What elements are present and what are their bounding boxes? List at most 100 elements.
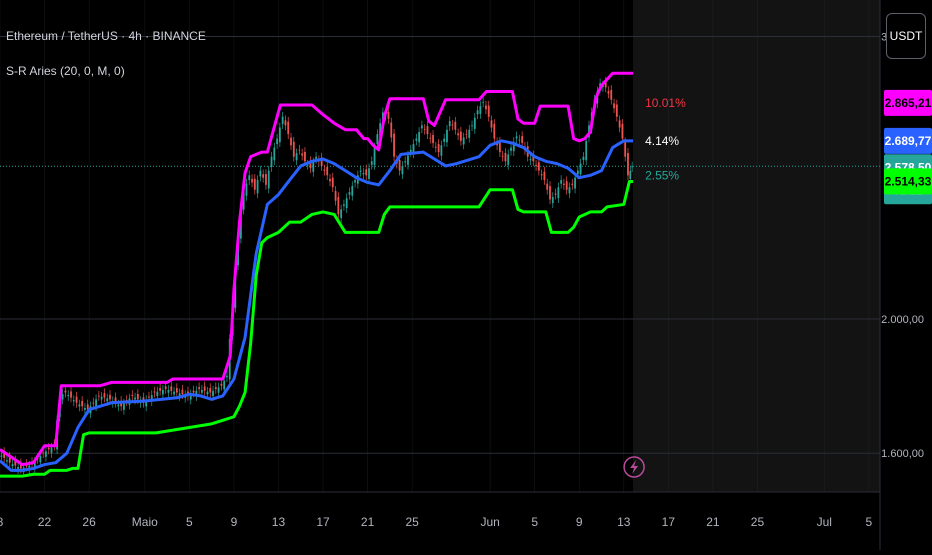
candle-body [84, 407, 86, 410]
candle-body [537, 162, 540, 171]
candle-body [393, 133, 395, 157]
candle-body [156, 391, 159, 397]
candle-body [376, 134, 379, 145]
candle-body [582, 156, 585, 161]
candle-body [409, 149, 412, 152]
candle-body [72, 400, 75, 402]
candle-body [284, 120, 287, 126]
percent-label: 10.01% [645, 96, 686, 110]
candle-body [67, 395, 70, 397]
candle-body [61, 394, 64, 400]
candle-body [253, 178, 256, 190]
candle-body [117, 404, 120, 407]
candle-body [457, 133, 460, 136]
candle-body [39, 456, 42, 463]
candle-body [476, 110, 479, 115]
candle-body [501, 155, 504, 157]
candle-body [97, 395, 100, 397]
candle-body [70, 391, 72, 398]
candle-body [418, 131, 421, 143]
candle-body [175, 388, 178, 393]
candle-body [574, 177, 576, 189]
candle-body [407, 155, 409, 165]
x-axis-tick-label: 25 [405, 515, 419, 529]
candle-body [629, 170, 632, 179]
candle-body [568, 187, 571, 194]
candle-body [304, 151, 306, 162]
x-axis-tick-label: 17 [662, 515, 676, 529]
candle-body [259, 170, 262, 177]
indicator-legend[interactable]: S-R Aries (20, 0, M, 0) [6, 64, 125, 78]
candle-body [109, 394, 111, 400]
candle-body [579, 163, 582, 175]
candle-body [248, 175, 251, 181]
candle-body [134, 397, 136, 400]
candle-body [365, 169, 368, 176]
candle-body [482, 101, 485, 103]
x-axis-tick-label: 13 [617, 515, 631, 529]
candle-body [540, 174, 543, 176]
candle-body [173, 391, 175, 395]
candle-body [618, 120, 621, 128]
candle-body [100, 396, 103, 400]
candle-body [290, 137, 292, 146]
candle-body [301, 153, 304, 156]
candle-body [479, 106, 482, 114]
price-label-text: 2.865,21 [885, 96, 932, 110]
candle-body [345, 198, 348, 209]
x-axis-tick-label: 17 [316, 515, 330, 529]
candle-body [312, 162, 315, 172]
x-axis-tick-label: 25 [751, 515, 765, 529]
x-axis-tick-label: 5 [186, 515, 193, 529]
candle-body [370, 161, 373, 165]
candle-body [490, 120, 493, 128]
candle-body [334, 190, 337, 201]
candle-body [81, 400, 84, 407]
candle-body [323, 169, 326, 171]
candle-body [343, 204, 345, 206]
candle-body [546, 183, 549, 190]
x-axis-tick-label: 13 [272, 515, 286, 529]
candle-body [443, 138, 446, 142]
candle-body [292, 141, 295, 157]
candle-body [354, 180, 356, 183]
candle-body [359, 170, 362, 172]
candle-body [551, 197, 554, 204]
symbol-title[interactable]: Ethereum / TetherUS · 4h · BINANCE [6, 29, 206, 43]
x-axis-tick-label: 26 [82, 515, 96, 529]
candle-body [192, 390, 195, 393]
candle-body [468, 129, 471, 138]
candle-body [401, 165, 404, 175]
candle-body [576, 170, 579, 175]
x-axis-tick-label: 9 [576, 515, 583, 529]
candle-body [607, 91, 610, 94]
candle-body [563, 183, 565, 185]
candle-body [256, 180, 259, 194]
candle-body [326, 166, 329, 176]
candle-body [6, 460, 8, 462]
candle-body [631, 166, 634, 168]
candle-body [420, 125, 423, 129]
candle-body [521, 136, 524, 144]
candle-body [153, 391, 156, 393]
candle-body [0, 455, 3, 457]
candle-body [451, 124, 454, 126]
chart-container[interactable]: 3.200,002.000,001.600,0082226Maio5913172… [0, 0, 932, 550]
candle-body [529, 158, 532, 161]
candle-body [214, 387, 217, 390]
candle-body [209, 388, 212, 393]
chart-svg[interactable]: 3.200,002.000,001.600,0082226Maio5913172… [0, 0, 932, 550]
candle-body [45, 451, 47, 457]
candle-body [276, 138, 278, 145]
candle-body [390, 122, 393, 138]
candle-body [487, 105, 490, 117]
candle-body [437, 143, 440, 153]
candle-body [265, 174, 267, 185]
candle-body [446, 129, 448, 143]
candle-body [549, 186, 551, 200]
currency-button[interactable]: USDT [886, 13, 926, 59]
candle-body [510, 147, 512, 151]
candle-body [554, 193, 557, 195]
candle-body [473, 117, 476, 130]
candle-body [493, 123, 496, 139]
